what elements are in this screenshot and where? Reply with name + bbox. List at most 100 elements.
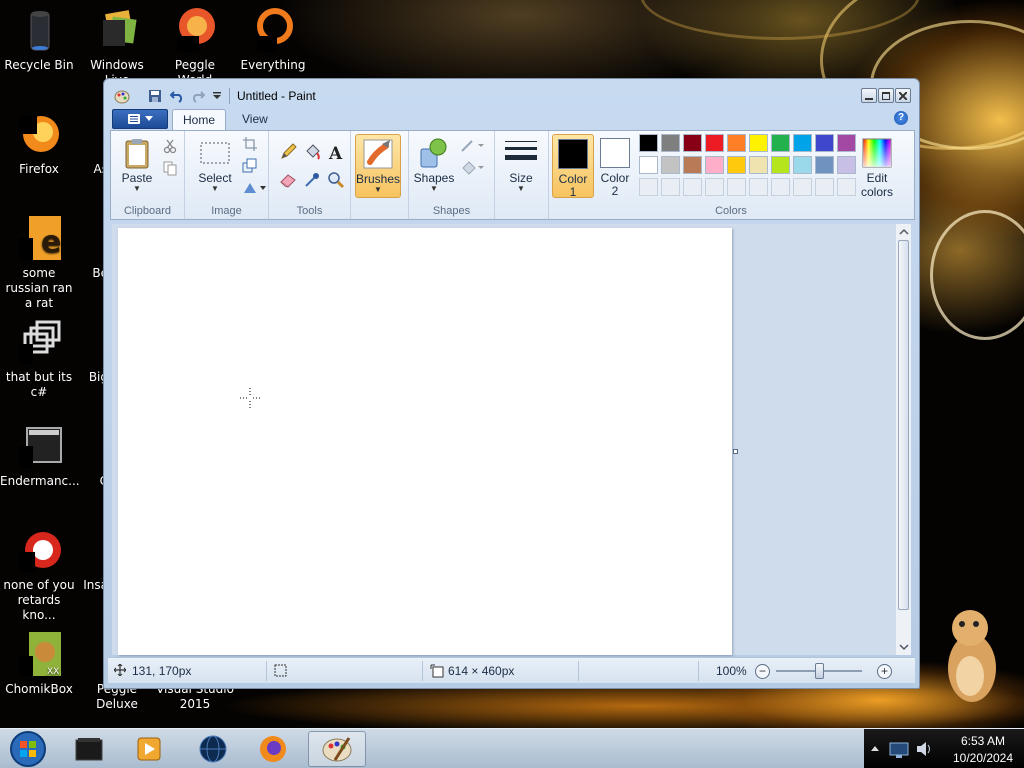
edit-colors-button[interactable]: Edit colors	[853, 134, 901, 199]
desktop-icon-none-of-you[interactable]: none of you retards kno...	[0, 526, 78, 623]
palette-color-swatch[interactable]	[661, 156, 680, 174]
paint-menu-button[interactable]	[112, 109, 168, 129]
rotate-icon[interactable]	[239, 177, 269, 199]
taskbar-firefox-button[interactable]	[244, 731, 302, 767]
palette-color-swatch[interactable]	[727, 156, 746, 174]
desktop-icon-russian-rat[interactable]: e some russian ran a rat	[0, 214, 78, 311]
scrollbar-thumb[interactable]	[898, 240, 909, 610]
help-icon[interactable]: ?	[894, 111, 908, 125]
quick-access-dropdown-icon[interactable]	[209, 88, 225, 104]
palette-color-swatch[interactable]	[815, 156, 834, 174]
palette-color-swatch[interactable]	[705, 156, 724, 174]
palette-color-swatch[interactable]	[639, 156, 658, 174]
fill-icon[interactable]	[459, 157, 487, 179]
palette-color-swatch[interactable]	[793, 134, 812, 152]
zoom-in-button[interactable]: +	[877, 664, 892, 679]
select-button[interactable]: Select ▼	[191, 134, 239, 198]
show-hidden-icons-icon[interactable]	[870, 744, 880, 752]
paint-app-icon[interactable]	[114, 88, 130, 104]
desktop-icon-windows-live[interactable]: Windows Live	[78, 6, 156, 88]
magnifier-icon[interactable]	[325, 169, 347, 191]
desktop-icon-recycle-bin[interactable]: Recycle Bin	[0, 6, 78, 73]
redo-icon[interactable]	[190, 88, 206, 104]
palette-custom-slot[interactable]	[639, 178, 658, 196]
outline-icon[interactable]	[459, 135, 487, 157]
firefox-icon	[15, 110, 63, 158]
everything-icon	[249, 6, 297, 54]
taskbar-media-player-button[interactable]	[120, 731, 178, 767]
shapes-button[interactable]: Shapes ▼	[411, 134, 457, 198]
clock-time[interactable]: 6:53 AM	[944, 734, 1022, 748]
clock-date[interactable]: 10/20/2024	[944, 751, 1022, 765]
select-label: Select	[198, 171, 232, 185]
terminal-icon	[75, 738, 103, 761]
palette-color-swatch[interactable]	[683, 134, 702, 152]
palette-color-swatch[interactable]	[815, 134, 834, 152]
desktop-icon-everything[interactable]: Everything	[234, 6, 312, 73]
palette-custom-slot[interactable]	[793, 178, 812, 196]
chevron-down-icon: ▼	[211, 184, 219, 193]
canvas-resize-handle[interactable]	[733, 449, 738, 454]
palette-color-swatch[interactable]	[771, 156, 790, 174]
palette-custom-slot[interactable]	[683, 178, 702, 196]
palette-color-swatch[interactable]	[661, 134, 680, 152]
color1-button[interactable]: Color 1	[552, 134, 594, 199]
eraser-icon[interactable]	[277, 169, 299, 191]
palette-color-swatch[interactable]	[683, 156, 702, 174]
resize-icon[interactable]	[239, 155, 261, 177]
palette-color-swatch[interactable]	[771, 134, 790, 152]
group-label-colors: Colors	[715, 205, 747, 217]
palette-color-swatch[interactable]	[639, 134, 658, 152]
palette-custom-slot[interactable]	[705, 178, 724, 196]
palette-color-swatch[interactable]	[749, 134, 768, 152]
pencil-icon[interactable]	[277, 141, 299, 163]
scroll-up-icon[interactable]	[899, 228, 909, 236]
save-icon[interactable]	[147, 88, 163, 104]
close-button[interactable]	[895, 88, 911, 103]
canvas-viewport[interactable]	[112, 224, 911, 655]
copy-icon[interactable]	[159, 157, 181, 179]
drawing-canvas[interactable]	[118, 228, 732, 655]
cut-icon[interactable]	[159, 135, 181, 157]
palette-color-swatch[interactable]	[749, 156, 768, 174]
tab-view[interactable]: View	[232, 109, 278, 130]
palette-color-swatch[interactable]	[727, 134, 746, 152]
palette-custom-slot[interactable]	[727, 178, 746, 196]
taskbar-globe-button[interactable]	[184, 731, 242, 767]
text-icon[interactable]: A	[325, 141, 347, 163]
color-picker-icon[interactable]	[301, 169, 323, 191]
clipboard-icon	[121, 137, 153, 169]
tab-home[interactable]: Home	[172, 109, 227, 130]
title-bar[interactable]: Untitled - Paint	[104, 79, 919, 111]
desktop-icon-that-but-its-csharp[interactable]: that but its c#	[0, 318, 78, 400]
start-button[interactable]	[0, 731, 56, 767]
palette-color-swatch[interactable]	[793, 156, 812, 174]
minimize-button[interactable]	[861, 88, 877, 103]
color2-button[interactable]: Color 2	[595, 134, 635, 198]
desktop-icon-peggle-world[interactable]: Peggle World	[156, 6, 234, 88]
vertical-scrollbar[interactable]	[895, 224, 911, 655]
size-button[interactable]: Size ▼	[499, 134, 543, 198]
taskbar-paint-button[interactable]	[308, 731, 366, 767]
zoom-slider-thumb[interactable]	[815, 663, 824, 679]
palette-custom-slot[interactable]	[771, 178, 790, 196]
paste-button[interactable]: Paste ▼	[115, 134, 159, 198]
group-colors: Color 1 Color 2 Edit colors Colors	[549, 131, 913, 219]
brush-icon	[362, 138, 394, 170]
media-player-icon	[137, 737, 161, 761]
palette-custom-slot[interactable]	[661, 178, 680, 196]
desktop-icon-chomikbox[interactable]: XX ChomikBox	[0, 630, 78, 697]
undo-icon[interactable]	[169, 88, 185, 104]
taskbar-terminal-button[interactable]	[60, 731, 118, 767]
zoom-out-button[interactable]: −	[755, 664, 770, 679]
fill-bucket-icon[interactable]	[301, 141, 323, 163]
maximize-button[interactable]	[878, 88, 894, 103]
palette-custom-slot[interactable]	[749, 178, 768, 196]
brushes-button[interactable]: Brushes ▼	[355, 134, 401, 198]
volume-icon[interactable]	[914, 739, 934, 759]
crop-icon[interactable]	[239, 133, 261, 155]
network-icon[interactable]	[888, 739, 910, 759]
palette-custom-slot[interactable]	[815, 178, 834, 196]
scroll-down-icon[interactable]	[899, 643, 909, 651]
palette-color-swatch[interactable]	[705, 134, 724, 152]
